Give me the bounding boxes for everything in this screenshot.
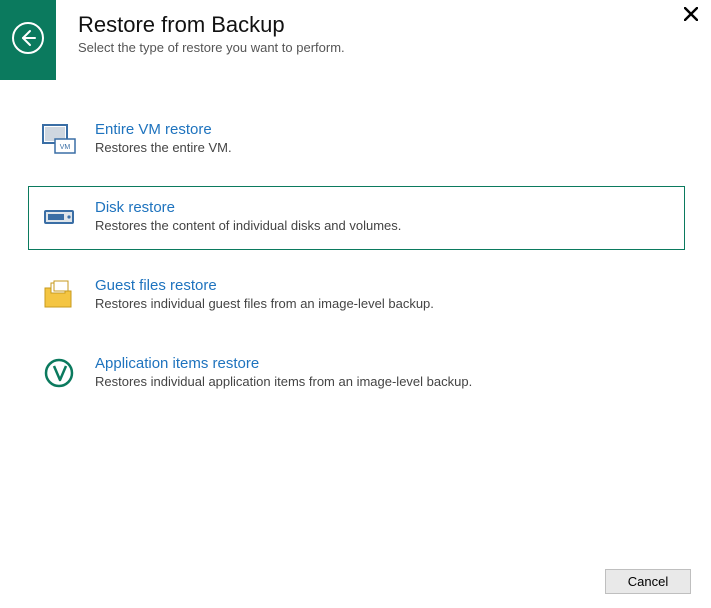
folder-files-icon [41,277,77,313]
option-application-items[interactable]: Application items restore Restores indiv… [28,342,685,406]
option-disk-restore[interactable]: Disk restore Restores the content of ind… [28,186,685,250]
application-items-icon [41,355,77,391]
option-title: Application items restore [95,355,472,373]
restore-options-list: VM Entire VM restore Restores the entire… [0,80,711,406]
option-title: Guest files restore [95,277,434,295]
option-description: Restores individual application items fr… [95,374,472,389]
disk-icon [41,199,77,235]
close-icon [684,7,698,26]
wizard-header: Restore from Backup Select the type of r… [0,0,711,80]
svg-text:VM: VM [60,144,71,151]
close-button[interactable] [681,6,701,26]
option-guest-files[interactable]: Guest files restore Restores individual … [28,264,685,328]
back-button[interactable] [0,0,56,80]
option-description: Restores individual guest files from an … [95,296,434,311]
option-description: Restores the content of individual disks… [95,218,401,233]
option-description: Restores the entire VM. [95,140,232,155]
cancel-button[interactable]: Cancel [605,569,691,594]
option-title: Disk restore [95,199,401,217]
wizard-title: Restore from Backup [78,12,345,38]
wizard-subtitle: Select the type of restore you want to p… [78,40,345,55]
option-title: Entire VM restore [95,121,232,139]
option-entire-vm[interactable]: VM Entire VM restore Restores the entire… [28,108,685,172]
back-arrow-icon [11,21,45,60]
vm-icon: VM [41,121,77,157]
restore-wizard-window: Restore from Backup Select the type of r… [0,0,711,608]
wizard-footer: Cancel [605,569,691,594]
